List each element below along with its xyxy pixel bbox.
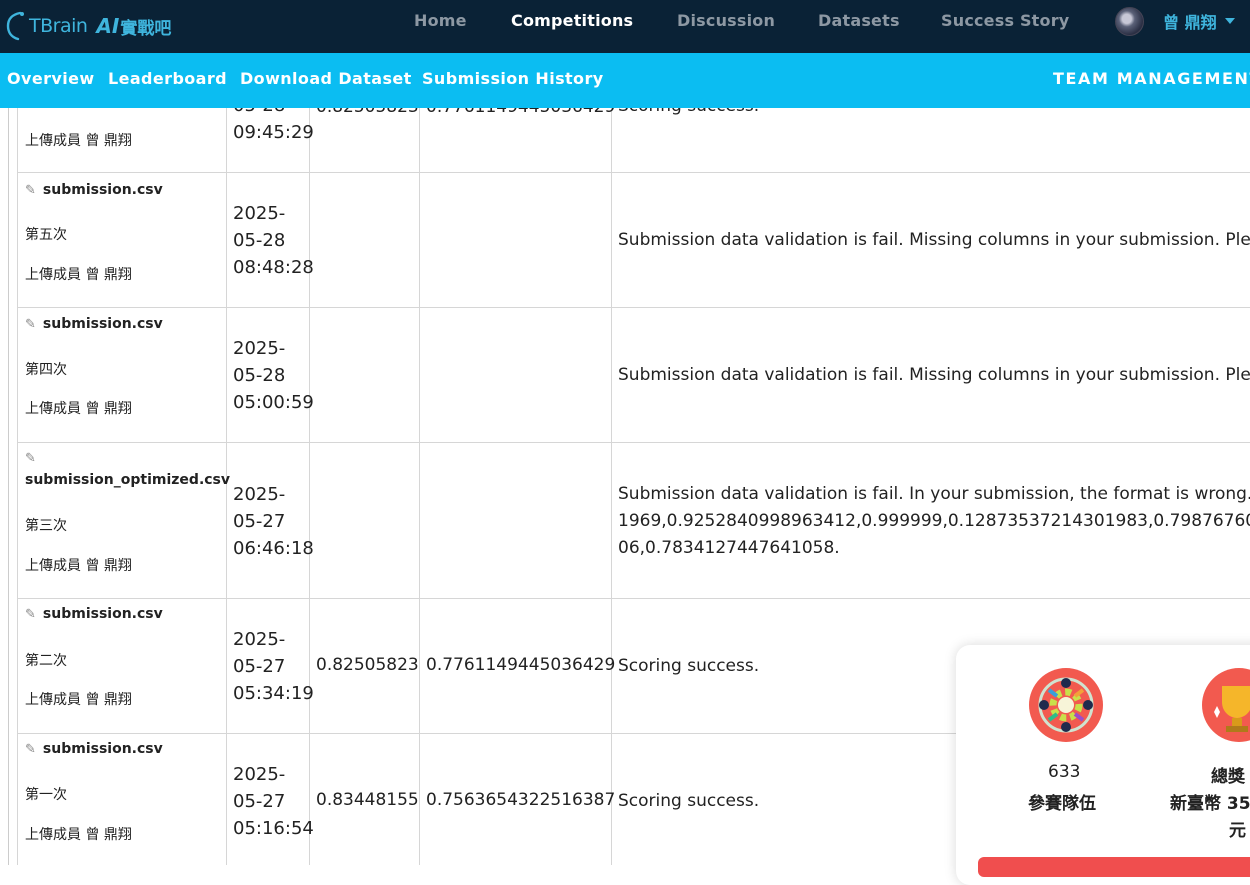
uploader-label: 上傳成員 曾 鼎翔 (25, 133, 132, 149)
submission-time: 2025- 05-27 05:34:19 (233, 629, 314, 704)
competition-stats-card: 633 參賽隊伍 總獎 新臺幣 35 元 (956, 645, 1250, 885)
site-logo[interactable]: TBrain AI 實戰吧 (6, 7, 171, 45)
public-score: 0.83448155 (316, 790, 419, 810)
table-row: ✎ submission.csv 第五次 上傳成員 曾 鼎翔 2025- 05-2… (17, 172, 1250, 308)
file-cell: ✎ submission.csv 第二次 上傳成員 曾 鼎翔 (18, 599, 227, 734)
prize-value: 新臺幣 35 (1170, 794, 1250, 814)
private-score-cell (420, 308, 612, 443)
submission-time: 2025- 05-27 06:46:18 (233, 484, 314, 559)
submission-time: 2025- 05-27 05:16:54 (233, 764, 314, 839)
public-score-cell: 0.82505823 (310, 599, 420, 734)
table-row: ✎ submission_optimized.csv 第三次 上傳成員 曾 鼎翔… (17, 442, 1250, 599)
attempt-label: 第三次 (25, 518, 67, 534)
public-score: 0.82505823 (316, 655, 419, 675)
trophy-icon (1202, 668, 1250, 742)
top-navbar: TBrain AI 實戰吧 Home Competitions Discussi… (0, 0, 1250, 53)
uploader-label: 上傳成員 曾 鼎翔 (25, 267, 132, 283)
public-score-cell (310, 173, 420, 308)
teams-label: 參賽隊伍 (1028, 794, 1096, 814)
file-name: submission.csv (42, 182, 163, 198)
tab-download-dataset[interactable]: Download Dataset (240, 69, 412, 88)
attempt-label: 第二次 (25, 653, 67, 669)
paperclip-icon: ✎ (25, 317, 36, 332)
tab-leaderboard[interactable]: Leaderboard (108, 69, 227, 88)
nav-success-story[interactable]: Success Story (941, 11, 1069, 30)
competition-subnav: Overview Leaderboard Download Dataset Su… (0, 53, 1250, 108)
message-cell: Submission data validation is fail. Miss… (612, 308, 1250, 443)
caret-down-icon (1224, 18, 1235, 24)
logo-ai: AI (96, 14, 120, 38)
time-cell: 2025- 05-27 05:16:54 (227, 734, 314, 865)
file-link[interactable]: ✎ submission.csv (25, 316, 163, 332)
result-message: Scoring success. (618, 656, 760, 676)
file-link[interactable]: ✎ submission.csv (25, 182, 163, 198)
private-score-cell: 0.7563654322516387 (420, 734, 616, 865)
result-message: Submission data validation is fail. Miss… (618, 365, 1250, 385)
file-cell: ✎ submission.csv 第四次 上傳成員 曾 鼎翔 (18, 308, 227, 443)
paperclip-icon: ✎ (25, 742, 36, 757)
time-cell: 2025- 05-28 05:00:59 (227, 308, 314, 443)
time-cell: 2025- 05-27 06:46:18 (227, 443, 314, 599)
result-message: Submission data validation is fail. Miss… (618, 230, 1250, 250)
table-left-border (8, 100, 9, 865)
file-cell: ✎ submission.csv 第五次 上傳成員 曾 鼎翔 (18, 173, 227, 308)
file-link[interactable]: ✎ submission.csv (25, 606, 163, 622)
file-link[interactable]: ✎ submission.csv (25, 741, 163, 757)
paperclip-icon: ✎ (25, 183, 36, 198)
nav-discussion[interactable]: Discussion (677, 11, 775, 30)
teams-count: 633 (1048, 762, 1081, 782)
join-button[interactable] (978, 857, 1250, 877)
team-management-link[interactable]: TEAM MANAGEMENT (1053, 69, 1250, 88)
time-cell: 2025- 05-28 08:48:28 (227, 173, 314, 308)
logo-text: TBrain (29, 15, 88, 37)
private-score-cell (420, 173, 612, 308)
submission-time: 2025- 05-28 05:00:59 (233, 338, 314, 413)
result-message: Submission data validation is fail. In y… (618, 484, 1250, 558)
prize-label: 總獎 (1211, 767, 1245, 787)
file-cell: ✎ submission_optimized.csv 第三次 上傳成員 曾 鼎翔 (18, 443, 230, 599)
nav-datasets[interactable]: Datasets (818, 11, 900, 30)
user-name: 曾 鼎翔 (1163, 13, 1217, 32)
file-cell: ✎ submission.csv 第一次 上傳成員 曾 鼎翔 (18, 734, 227, 865)
time-cell: 2025- 05-27 05:34:19 (227, 599, 314, 734)
tab-submission-history[interactable]: Submission History (422, 69, 604, 88)
prize-unit: 元 (1229, 821, 1246, 841)
public-score-cell (310, 443, 420, 599)
public-score-cell: 0.83448155 (310, 734, 420, 865)
paperclip-icon: ✎ (25, 607, 36, 622)
logo-cn: 實戰吧 (120, 18, 172, 39)
private-score-cell: 0.7761149445036429 (420, 599, 616, 734)
paperclip-icon: ✎ (25, 451, 36, 466)
nav-home[interactable]: Home (414, 11, 467, 30)
message-cell: Submission data validation is fail. In y… (612, 443, 1250, 599)
attempt-label: 第一次 (25, 787, 67, 803)
uploader-label: 上傳成員 曾 鼎翔 (25, 827, 132, 843)
user-menu[interactable]: 曾 鼎翔 (1115, 6, 1235, 36)
file-name: submission.csv (42, 316, 163, 332)
private-score-cell (420, 443, 612, 599)
submission-time: 2025- 05-28 08:48:28 (233, 203, 314, 278)
private-score: 0.7563654322516387 (426, 790, 616, 810)
file-name: submission.csv (42, 741, 163, 757)
uploader-label: 上傳成員 曾 鼎翔 (25, 401, 132, 417)
attempt-label: 第四次 (25, 362, 67, 378)
team-circle-icon (1029, 668, 1103, 742)
private-score: 0.7761149445036429 (426, 655, 616, 675)
nav-competitions[interactable]: Competitions (511, 11, 633, 30)
file-link[interactable]: submission_optimized.csv (25, 472, 230, 488)
public-score-cell (310, 308, 420, 443)
result-message: Scoring success. (618, 791, 760, 811)
logo-mark-icon (6, 11, 24, 41)
uploader-label: 上傳成員 曾 鼎翔 (25, 558, 132, 574)
table-row: ✎ submission.csv 第四次 上傳成員 曾 鼎翔 2025- 05-2… (17, 307, 1250, 443)
message-cell: Submission data validation is fail. Miss… (612, 173, 1250, 308)
tab-overview[interactable]: Overview (7, 69, 95, 88)
avatar (1115, 6, 1144, 36)
uploader-label: 上傳成員 曾 鼎翔 (25, 692, 132, 708)
file-name: submission.csv (42, 606, 163, 622)
attempt-label: 第五次 (25, 227, 67, 243)
